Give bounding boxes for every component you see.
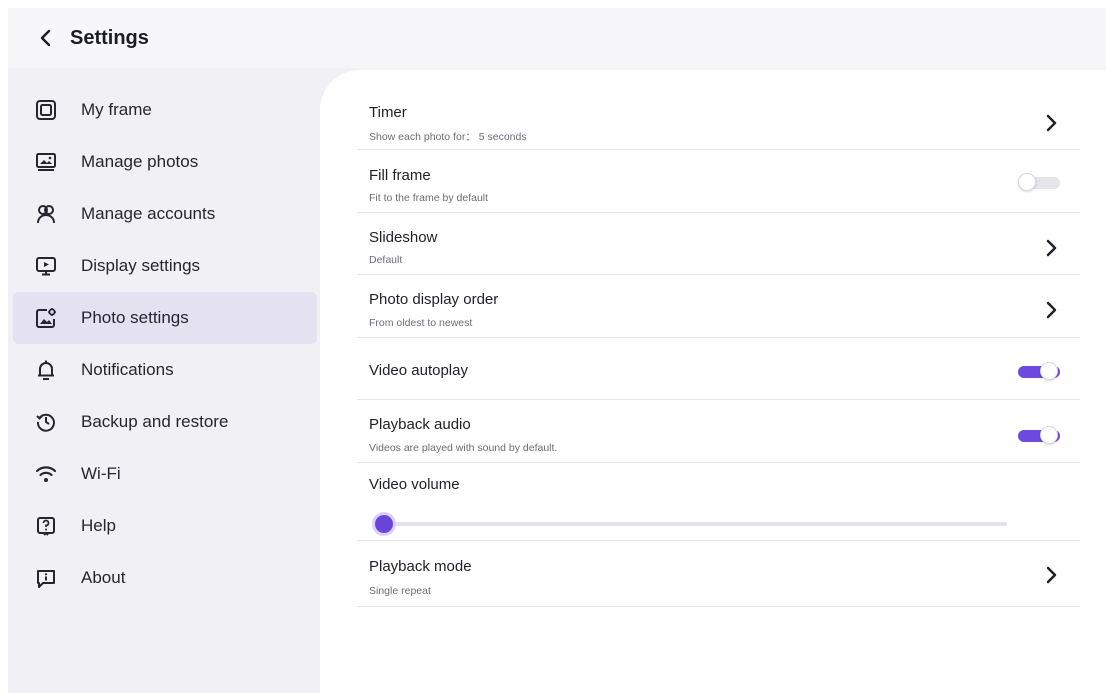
sidebar-item-label: Wi-Fi (81, 464, 121, 483)
info-icon (34, 566, 58, 590)
accounts-icon (34, 202, 58, 226)
page-title: Settings (70, 26, 149, 49)
chevron-right-icon (1046, 114, 1057, 132)
sidebar-item-label: About (81, 568, 126, 587)
setting-title: Playback mode (369, 558, 472, 575)
setting-title: Slideshow (369, 229, 438, 246)
sidebar-item-backup-restore[interactable]: Backup and restore (13, 396, 317, 448)
setting-title: Timer (369, 104, 407, 121)
video-volume-slider[interactable] (375, 514, 1037, 534)
setting-timer[interactable]: Timer Show each photo for： 5 seconds (357, 88, 1080, 150)
bell-icon (34, 358, 58, 382)
sidebar-item-notifications[interactable]: Notifications (13, 344, 317, 396)
sidebar-item-manage-accounts[interactable]: Manage accounts (13, 188, 317, 240)
fill-frame-toggle[interactable] (1018, 173, 1060, 191)
frame-icon (34, 98, 58, 122)
display-icon (34, 254, 58, 278)
chevron-left-icon (40, 29, 51, 47)
setting-video-volume: Video volume (357, 463, 1080, 541)
setting-title: Video autoplay (369, 362, 468, 379)
sidebar-item-photo-settings[interactable]: Photo settings (13, 292, 317, 344)
setting-title: Photo display order (369, 291, 499, 308)
setting-subtitle: Single repeat (369, 585, 431, 597)
setting-slideshow[interactable]: Slideshow Default (357, 213, 1080, 275)
setting-photo-display-order[interactable]: Photo display order From oldest to newes… (357, 275, 1080, 338)
sidebar-item-label: Backup and restore (81, 412, 229, 431)
wifi-icon (34, 462, 58, 486)
video-autoplay-toggle[interactable] (1018, 362, 1060, 380)
app-window: Settings My frame Manage photos Manage a… (8, 8, 1106, 693)
slider-track (383, 522, 1007, 526)
setting-subtitle: Show each photo for： 5 seconds (369, 131, 527, 143)
setting-title: Fill frame (369, 167, 431, 184)
chevron-right-icon (1046, 566, 1057, 584)
back-button[interactable] (26, 18, 66, 58)
sidebar-item-label: Display settings (81, 256, 201, 275)
slider-knob[interactable] (375, 515, 393, 533)
header-bar: Settings (8, 8, 1106, 68)
setting-subtitle: Videos are played with sound by default. (369, 442, 558, 454)
sidebar-item-wifi[interactable]: Wi-Fi (13, 448, 317, 500)
setting-playback-mode[interactable]: Playback mode Single repeat (357, 541, 1080, 607)
sidebar-item-label: Notifications (81, 360, 174, 379)
settings-panel: Timer Show each photo for： 5 seconds Fil… (320, 70, 1106, 693)
sidebar-item-label: Photo settings (81, 308, 189, 327)
playback-audio-toggle[interactable] (1018, 426, 1060, 444)
backup-icon (34, 410, 58, 434)
toggle-knob (1018, 173, 1036, 191)
sidebar-item-my-frame[interactable]: My frame (13, 84, 317, 136)
setting-fill-frame: Fill frame Fit to the frame by default (357, 150, 1080, 213)
setting-subtitle: From oldest to newest (369, 317, 473, 329)
sidebar-item-label: My frame (81, 100, 152, 119)
sidebar-item-help[interactable]: Help (13, 500, 317, 552)
setting-title: Playback audio (369, 416, 471, 433)
photos-icon (34, 150, 58, 174)
sidebar: My frame Manage photos Manage accounts D… (8, 68, 328, 693)
sidebar-item-label: Help (81, 516, 116, 535)
toggle-knob (1040, 362, 1058, 380)
sidebar-item-label: Manage photos (81, 152, 199, 171)
chevron-right-icon (1046, 301, 1057, 319)
setting-playback-audio: Playback audio Videos are played with so… (357, 400, 1080, 463)
sidebar-item-display-settings[interactable]: Display settings (13, 240, 317, 292)
toggle-knob (1040, 426, 1058, 444)
setting-subtitle: Default (369, 254, 403, 266)
setting-subtitle: Fit to the frame by default (369, 192, 489, 204)
setting-video-autoplay: Video autoplay (357, 338, 1080, 400)
sidebar-item-manage-photos[interactable]: Manage photos (13, 136, 317, 188)
sidebar-item-about[interactable]: About (13, 552, 317, 604)
setting-title: Video volume (369, 476, 460, 493)
photo-settings-icon (34, 306, 58, 330)
sidebar-item-label: Manage accounts (81, 204, 216, 223)
chevron-right-icon (1046, 239, 1057, 257)
help-icon (34, 514, 58, 538)
